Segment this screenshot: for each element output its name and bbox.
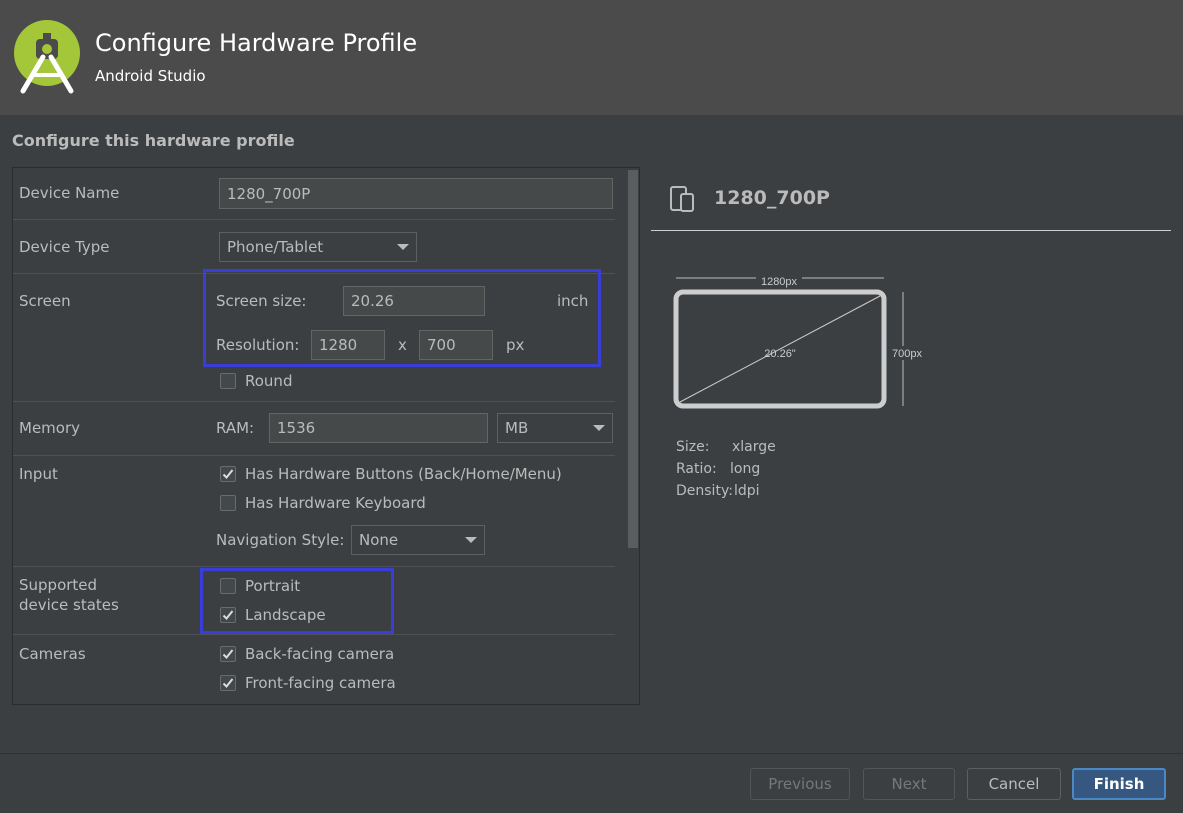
ram-value: 1536 [277,419,316,437]
preview-height-label: 700px [892,348,922,360]
ratio-info-value: long [730,461,761,477]
screen-preview-diagram: 1280px 20.26" 700px [673,273,926,409]
size-info-label: Size: [676,439,710,455]
memory-label: Memory [19,419,81,437]
row-divider [13,401,615,402]
cancel-button[interactable]: Cancel [967,768,1061,800]
ratio-info-label: Ratio: [676,461,717,477]
chevron-down-icon [397,244,409,250]
hw-keyboard-checkbox[interactable] [220,495,236,511]
dialog-header [0,0,1183,115]
preview-diagonal-label: 20.26" [764,348,796,360]
finish-button[interactable]: Finish [1072,768,1166,800]
hw-buttons-label: Has Hardware Buttons (Back/Home/Menu) [245,465,562,483]
screen-label: Screen [19,292,71,310]
ram-input[interactable]: 1536 [269,413,488,443]
back-camera-checkbox[interactable] [220,646,236,662]
chevron-down-icon [593,425,605,431]
row-divider [13,566,615,567]
checkmark-icon [222,649,234,659]
android-studio-logo-icon [14,20,80,94]
footer-divider [0,753,1183,754]
next-button[interactable]: Next [863,768,955,800]
front-camera-checkbox[interactable] [220,675,236,691]
screen-highlight-box [203,269,601,367]
dialog-title: Configure Hardware Profile [95,29,418,57]
navigation-style-dropdown[interactable]: None [351,525,485,555]
device-icon [670,186,694,212]
input-label: Input [19,465,58,483]
row-divider [13,455,615,456]
device-type-dropdown[interactable]: Phone/Tablet [219,232,417,262]
row-divider [13,634,615,635]
device-states-label-line2: device states [19,596,119,614]
device-name-label: Device Name [19,184,120,202]
checkmark-icon [222,469,234,479]
previous-button[interactable]: Previous [750,768,850,800]
back-camera-label: Back-facing camera [245,645,395,663]
density-info-value: ldpi [734,483,760,499]
round-checkbox[interactable] [220,373,236,389]
section-heading: Configure this hardware profile [12,131,295,150]
checkmark-icon [222,678,234,688]
ram-unit-dropdown[interactable]: MB [497,413,613,443]
device-type-value: Phone/Tablet [227,238,324,256]
device-type-label: Device Type [19,238,110,256]
device-name-input[interactable]: 1280_700P [219,178,613,209]
density-info-label: Density: [676,483,733,499]
hw-keyboard-label: Has Hardware Keyboard [245,494,426,512]
front-camera-label: Front-facing camera [245,674,396,692]
device-states-highlight-box [200,568,394,634]
preview-divider [651,230,1171,231]
device-name-value: 1280_700P [227,184,311,203]
round-label: Round [245,372,293,390]
chevron-down-icon [465,537,477,543]
size-info-value: xlarge [732,439,776,455]
ram-label: RAM: [216,419,255,437]
ram-unit-value: MB [505,419,529,437]
row-divider [13,219,615,220]
cameras-label: Cameras [19,645,86,663]
dialog-subtitle: Android Studio [95,67,206,85]
preview-device-name: 1280_700P [714,187,830,209]
form-scrollbar-thumb[interactable] [628,170,638,548]
preview-width-label: 1280px [761,276,798,288]
navigation-style-value: None [359,531,399,549]
navigation-style-label: Navigation Style: [216,531,345,549]
device-states-label-line1: Supported [19,576,98,594]
hw-buttons-checkbox[interactable] [220,466,236,482]
